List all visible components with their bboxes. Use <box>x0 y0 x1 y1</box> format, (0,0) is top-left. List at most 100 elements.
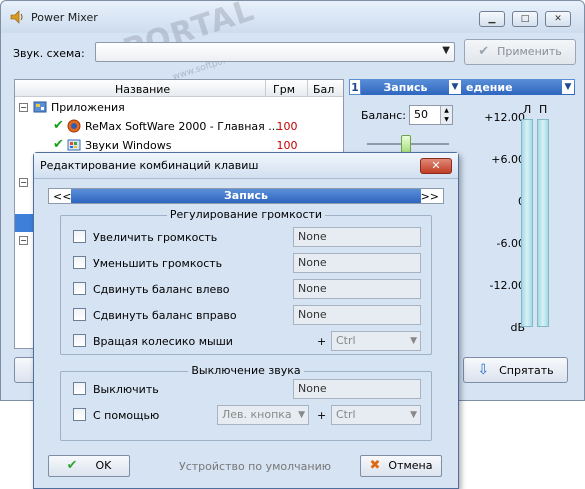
plus-sign: + <box>317 335 327 348</box>
balance-slider-thumb[interactable] <box>401 135 411 153</box>
spin-down-icon[interactable]: ▼ <box>440 115 452 124</box>
checkmark-icon[interactable]: ✔ <box>53 118 64 133</box>
option-label: Выключить <box>93 383 159 396</box>
ok-label: OK <box>95 459 112 472</box>
checkmark-icon: ✔ <box>66 458 78 473</box>
plus-sign: + <box>317 409 327 422</box>
column-volume[interactable]: Грм <box>273 83 295 96</box>
firefox-icon <box>67 119 81 133</box>
option-row: Сдвинуть баланс влево None <box>61 278 431 300</box>
scheme-select[interactable]: ▼ <box>95 42 455 62</box>
next-channel-button[interactable]: >> <box>421 190 439 203</box>
group-title: Выключение звука <box>61 364 431 377</box>
right-volume-meter[interactable] <box>537 119 549 327</box>
column-name[interactable]: Название <box>115 83 170 96</box>
tree-header: Название Грм Бал <box>15 80 343 97</box>
chevron-down-icon: ▼ <box>410 336 417 346</box>
apply-label: Применить <box>497 45 562 58</box>
expand-icon[interactable]: − <box>19 178 28 187</box>
option-label: Увеличить громкость <box>93 231 218 244</box>
chevron-down-icon: ▼ <box>410 410 417 420</box>
mouse-button-select[interactable]: Лев. кнопка ▼ <box>217 405 309 425</box>
tree-label: ReMax SoftWare 2000 - Главная ... <box>85 120 279 133</box>
main-titlebar: Power Mixer PORTAL www.softportal.com ▁ … <box>1 0 584 83</box>
collapse-icon[interactable]: − <box>19 103 28 112</box>
option-row: Увеличить громкость None <box>61 226 431 248</box>
checkmark-icon: ✔ <box>478 44 490 59</box>
channel-navigator: << Запись >> <box>48 188 444 204</box>
chevron-down-icon[interactable]: ▼ <box>562 80 574 94</box>
ok-button[interactable]: ✔ OK <box>48 455 130 477</box>
option-row: Сдвинуть баланс вправо None <box>61 304 431 326</box>
left-channel-label: Л <box>523 103 532 116</box>
tree-label: Приложения <box>51 101 125 114</box>
playback-channel-header[interactable]: едение ▼ <box>462 79 575 95</box>
tree-row[interactable]: − Приложения <box>15 98 343 117</box>
hotkey-field[interactable]: None <box>293 379 421 399</box>
option-row: Уменьшить громкость None <box>61 252 431 274</box>
tree-volume: 100 <box>276 139 298 152</box>
mouse-wheel-checkbox[interactable] <box>73 334 86 347</box>
right-channel-label: П <box>539 103 548 116</box>
windows-sounds-icon <box>67 139 81 151</box>
chevron-down-icon[interactable]: ▼ <box>449 80 461 94</box>
balance-spinbox[interactable]: 50 ▲ ▼ <box>409 105 453 125</box>
checkmark-icon[interactable]: ✔ <box>53 137 64 152</box>
increase-volume-checkbox[interactable] <box>73 230 86 243</box>
mute-checkbox[interactable] <box>73 382 86 395</box>
maximize-button[interactable]: □ <box>512 11 538 27</box>
default-device-link[interactable]: Устройство по умолчанию <box>179 460 331 473</box>
arrow-down-icon: ⇩ <box>477 362 490 378</box>
scheme-label: Звук. схема: <box>13 47 85 60</box>
expand-icon[interactable]: − <box>19 236 28 245</box>
channel-title: Запись <box>383 81 428 94</box>
dialog-close-button[interactable]: ✕ <box>420 158 452 174</box>
hide-label: Спрятать <box>499 364 554 377</box>
channel-name: Запись <box>71 189 421 203</box>
mouse-button-value: Лев. кнопка <box>222 408 292 421</box>
balance-left-checkbox[interactable] <box>73 282 86 295</box>
minimize-button[interactable]: ▁ <box>479 11 505 27</box>
selected-row-marker <box>15 214 34 232</box>
cancel-label: Отмена <box>388 459 433 472</box>
mute-group: Выключение звука Выключить None С помощь… <box>60 364 432 441</box>
scale-tick: -12.00 <box>489 279 525 292</box>
left-volume-meter[interactable] <box>521 119 533 327</box>
column-balance[interactable]: Бал <box>313 83 334 96</box>
close-button[interactable]: ✕ <box>545 11 571 27</box>
chevron-down-icon: ▼ <box>298 410 305 420</box>
volume-group: Регулирование громкости Увеличить громко… <box>60 208 432 355</box>
option-row: Вращая колесико мыши + Ctrl ▼ <box>61 330 431 352</box>
balance-right-checkbox[interactable] <box>73 308 86 321</box>
hotkeys-dialog: Редактирование комбинаций клавиш ✕ << За… <box>33 152 459 489</box>
tree-row[interactable]: ✔ ReMax SoftWare 2000 - Главная ... 100 <box>15 117 343 136</box>
hotkey-field[interactable]: None <box>293 305 421 325</box>
modifier-select[interactable]: Ctrl ▼ <box>331 405 421 425</box>
option-label: Вращая колесико мыши <box>93 335 233 348</box>
record-channel-header[interactable]: 1 Запись ▼ <box>349 79 462 95</box>
chevron-down-icon: ▼ <box>442 45 450 56</box>
group-title-text: Регулирование громкости <box>166 208 326 221</box>
channel-title: едение <box>466 81 513 94</box>
applications-icon <box>33 101 47 113</box>
hotkey-field[interactable]: None <box>293 253 421 273</box>
dialog-titlebar: Редактирование комбинаций клавиш ✕ <box>34 153 458 179</box>
tree-label: Звуки Windows <box>85 139 172 152</box>
spin-up-icon[interactable]: ▲ <box>440 106 452 115</box>
hide-button[interactable]: ⇩ Спрятать <box>463 357 568 383</box>
scale-tick: +12.00 <box>484 111 525 124</box>
decrease-volume-checkbox[interactable] <box>73 256 86 269</box>
hotkey-field[interactable]: None <box>293 279 421 299</box>
modifier-select[interactable]: Ctrl ▼ <box>331 331 421 351</box>
modifier-value: Ctrl <box>336 334 356 347</box>
group-title-text: Выключение звука <box>188 364 304 377</box>
cancel-button[interactable]: ✖ Отмена <box>360 455 442 477</box>
column-divider <box>307 80 308 97</box>
option-row: Выключить None <box>61 378 431 400</box>
hotkey-field[interactable]: None <box>293 227 421 247</box>
speaker-icon <box>10 10 23 24</box>
prev-channel-button[interactable]: << <box>53 190 71 203</box>
modifier-value: Ctrl <box>336 408 356 421</box>
mute-with-checkbox[interactable] <box>73 408 86 421</box>
apply-button[interactable]: ✔ Применить <box>464 39 576 65</box>
